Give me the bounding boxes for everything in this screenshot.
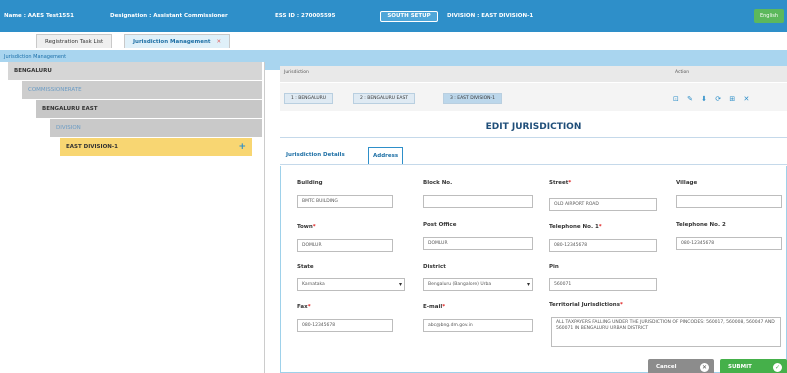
add-icon[interactable]: +	[238, 138, 246, 156]
town-field[interactable]: DOMLUR	[297, 239, 393, 252]
tree-item-east-division-1[interactable]: EAST DIVISION-1 +	[60, 138, 252, 156]
town-label: Town*	[297, 224, 316, 230]
jurisdiction-header: Jurisdiction Action	[280, 66, 787, 82]
division-label: DIVISION : EAST DIVISION-1	[447, 13, 534, 19]
tab-address[interactable]: Address	[368, 147, 404, 165]
email-label: E-mail*	[423, 304, 446, 310]
state-label: State	[297, 264, 314, 270]
user-name: Name : AAES Test1551	[4, 13, 74, 19]
telephone-1-field[interactable]: 080-12345678	[549, 239, 657, 252]
tree-item-commissionerate[interactable]: COMMISSIONERATE	[22, 81, 262, 99]
submit-button[interactable]: SUBMIT ✓	[720, 359, 787, 373]
fax-field[interactable]: 080-12345678	[297, 319, 393, 332]
crumb-level-1[interactable]: 1 : BENGALURU	[284, 93, 334, 104]
building-label: Building	[297, 180, 323, 186]
telephone-2-field[interactable]: 080-12345678	[676, 237, 782, 250]
telephone-1-label: Telephone No. 1*	[549, 224, 602, 230]
tree-item-label: EAST DIVISION-1	[66, 144, 118, 150]
cancel-icon: ✕	[700, 363, 709, 372]
village-label: Village	[676, 180, 698, 186]
street-field[interactable]: OLD AIRPORT ROAD	[549, 198, 657, 211]
village-field[interactable]	[676, 195, 782, 208]
address-form: Building BMTC BUILDING Block No. Street*…	[280, 166, 787, 373]
tree-item-bengaluru[interactable]: BENGALURU	[8, 62, 262, 80]
block-label: Block No.	[423, 180, 453, 186]
cancel-button-label: Cancel	[656, 364, 677, 370]
cancel-button[interactable]: Cancel ✕	[648, 359, 714, 373]
telephone-2-label: Telephone No. 2	[676, 222, 726, 228]
action-column-label: Action	[675, 70, 690, 75]
tab-label: Jurisdiction Management	[133, 39, 211, 45]
page-title: EDIT JURISDICTION	[280, 116, 787, 138]
district-label: District	[423, 264, 446, 270]
language-button[interactable]: English	[754, 9, 784, 23]
street-label: Street*	[549, 180, 572, 186]
crumb-level-2[interactable]: 2 : BENGALURU EAST	[353, 93, 416, 104]
close-icon[interactable]: ✕	[217, 39, 222, 45]
tree-item-division[interactable]: DIVISION	[50, 119, 262, 137]
post-office-label: Post Office	[423, 222, 457, 228]
territorial-jurisdictions-label: Territorial Jurisdictions*	[549, 302, 623, 308]
jurisdiction-crumbs: 1 : BENGALURU 2 : BENGALURU EAST 3 : EAS…	[280, 83, 787, 111]
district-select[interactable]: Bengaluru (Bangalore) Urba	[423, 278, 533, 291]
subtab-divider	[280, 164, 787, 165]
fax-label: Fax*	[297, 304, 311, 310]
tree-item-bengaluru-east[interactable]: BENGALURU EAST	[36, 100, 262, 118]
pin-label: Pin	[549, 264, 559, 270]
territorial-jurisdictions-textarea[interactable]: ALL TAXPAYERS FALLING UNDER THE JURISDIC…	[551, 317, 781, 347]
block-field[interactable]	[423, 195, 533, 208]
setup-button[interactable]: SOUTH SETUP	[380, 11, 438, 22]
top-bar: Name : AAES Test1551 Designation : Assis…	[0, 0, 787, 32]
jurisdiction-panel: Jurisdiction Action 1 : BENGALURU 2 : BE…	[280, 66, 787, 373]
building-field[interactable]: BMTC BUILDING	[297, 195, 393, 208]
post-office-field[interactable]: DOMLUR	[423, 237, 533, 250]
tab-jurisdiction-details[interactable]: Jurisdiction Details	[282, 147, 349, 165]
jurisdiction-tree: BENGALURU COMMISSIONERATE BENGALURU EAST…	[0, 62, 265, 373]
tab-registration-task-list[interactable]: Registration Task List	[36, 34, 113, 48]
user-designation: Designation : Assistant Commissioner	[110, 13, 228, 19]
ess-id: ESS ID : 270005595	[275, 13, 336, 19]
pin-field[interactable]: 560071	[549, 278, 657, 291]
tab-label: Registration Task List	[45, 39, 104, 45]
email-field[interactable]: abc@bng.dm.gov.in	[423, 319, 533, 332]
jurisdiction-column-label: Jurisdiction	[284, 70, 309, 75]
submit-button-label: SUBMIT	[728, 364, 752, 370]
tab-strip	[0, 32, 787, 50]
crumb-level-3[interactable]: 3 : EAST DIVISION-1	[443, 93, 502, 104]
tab-jurisdiction-management[interactable]: Jurisdiction Management ✕	[124, 34, 231, 48]
breadcrumb-label: Jurisdiction Management	[4, 54, 67, 60]
state-select[interactable]: Karnataka	[297, 278, 405, 291]
check-icon: ✓	[773, 363, 782, 372]
action-icons[interactable]: ⊡ ✎ ⬇ ⟳ ⊞ ✕	[673, 95, 752, 103]
